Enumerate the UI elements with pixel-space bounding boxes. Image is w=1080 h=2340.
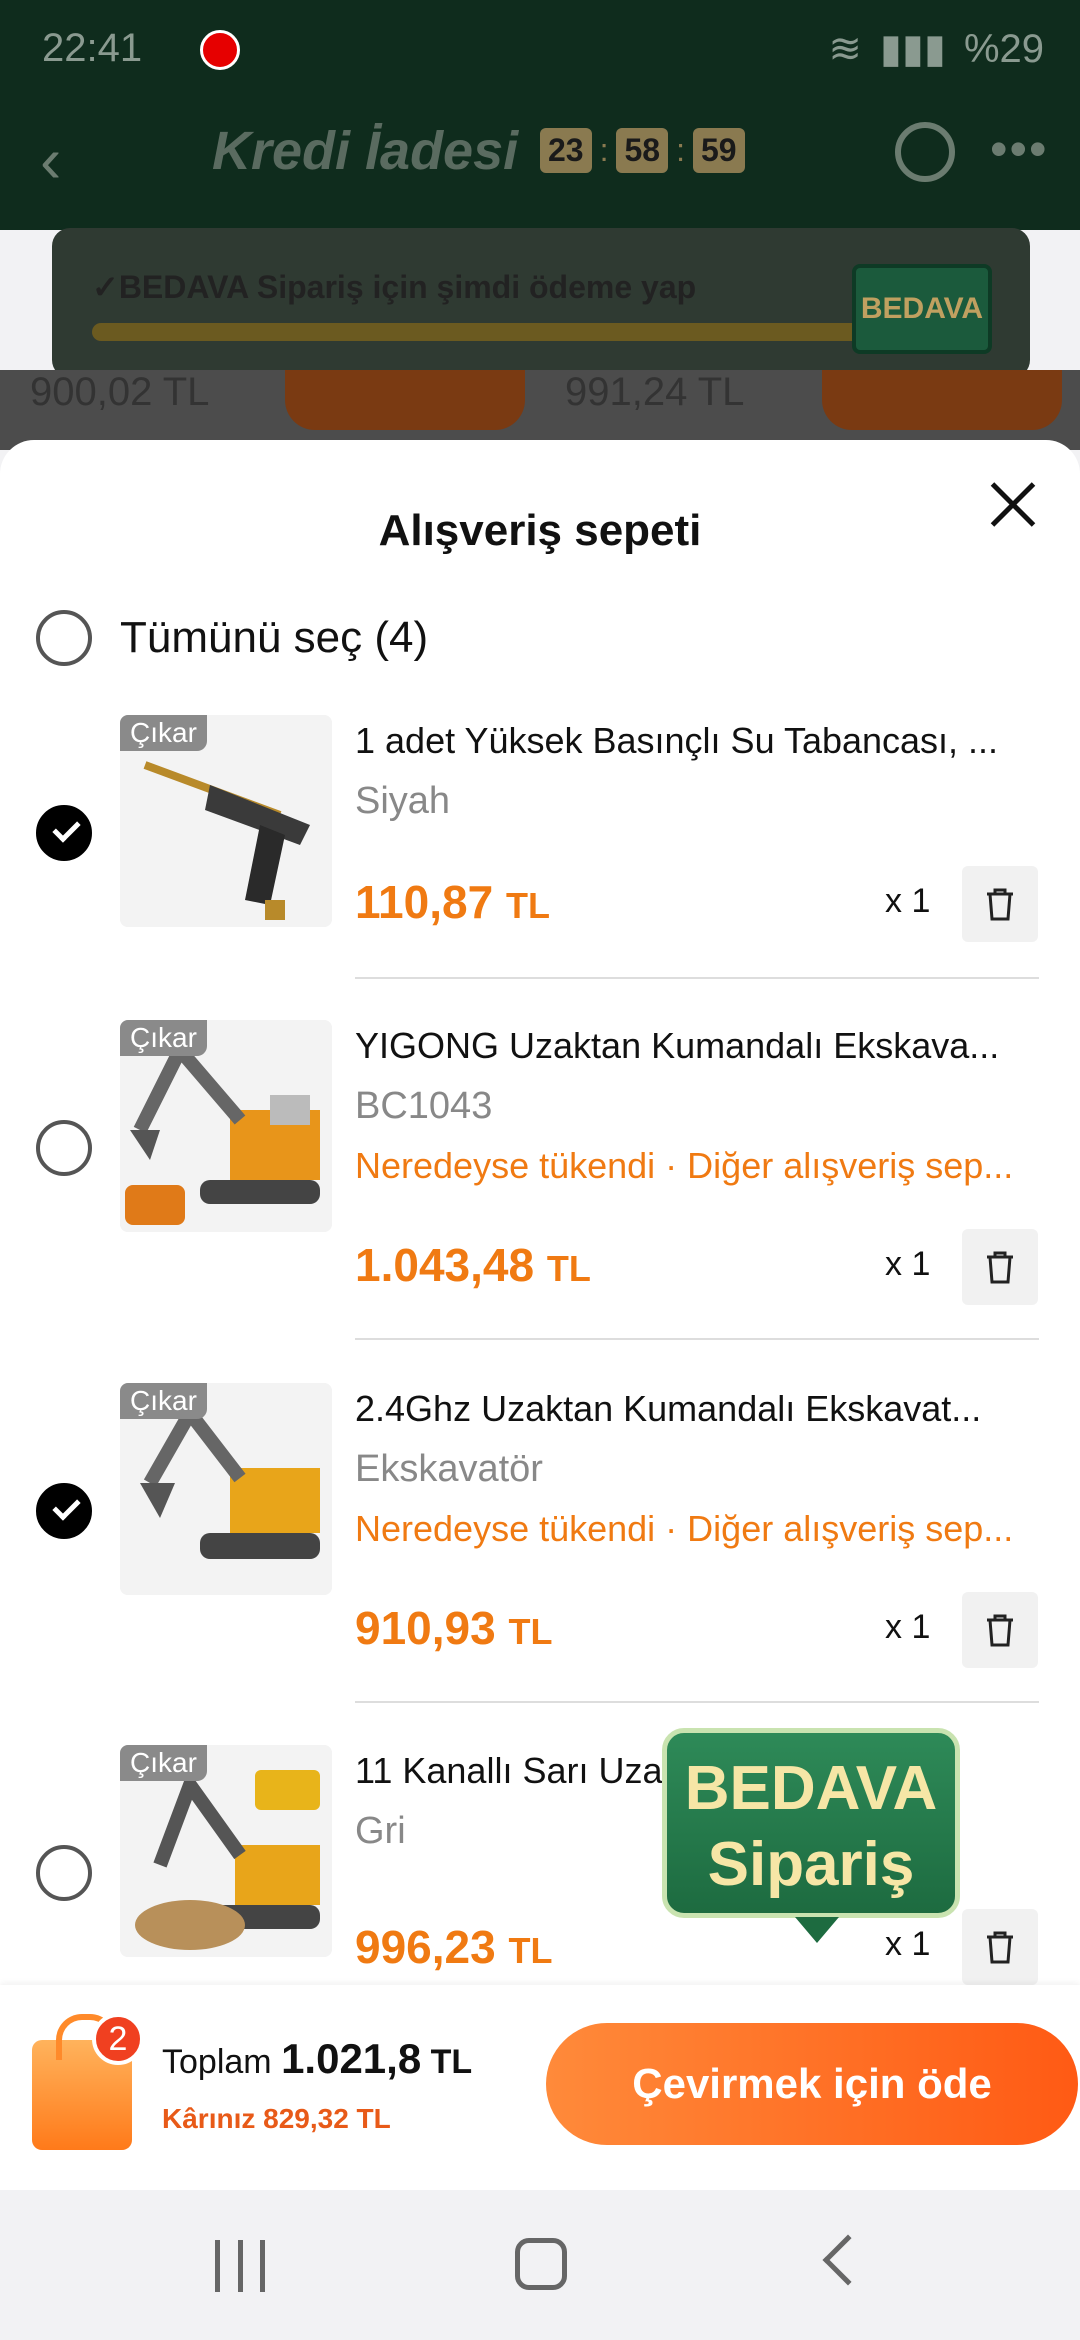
product-variant[interactable]: BC1043 bbox=[355, 1085, 492, 1128]
delete-button[interactable] bbox=[962, 1229, 1038, 1305]
price-value: 996,23 bbox=[355, 1921, 496, 1973]
vodafone-icon bbox=[200, 30, 240, 70]
price-currency: TL bbox=[505, 885, 550, 926]
product-image[interactable]: Çıkar bbox=[120, 1020, 332, 1232]
sheet-title: Alışveriş sepeti bbox=[378, 506, 702, 555]
price-value: 910,93 bbox=[355, 1602, 496, 1654]
quantity[interactable]: x 1 bbox=[885, 1608, 930, 1647]
background-price: 991,24 TL bbox=[565, 370, 745, 414]
product-variant[interactable]: Gri bbox=[355, 1810, 406, 1853]
close-icon[interactable] bbox=[988, 480, 1038, 530]
quantity[interactable]: x 1 bbox=[885, 882, 930, 921]
background-price: 900,02 TL bbox=[30, 370, 210, 414]
timer-separator: : bbox=[676, 132, 685, 168]
item-checkbox[interactable] bbox=[36, 1120, 92, 1176]
delete-button[interactable] bbox=[962, 866, 1038, 942]
delete-button[interactable] bbox=[962, 1909, 1038, 1985]
profit-value: 829,32 TL bbox=[263, 2103, 391, 2134]
status-bar: 22:41 ≋ ▮▮▮ %29 bbox=[0, 0, 1080, 100]
product-variant[interactable]: Siyah bbox=[355, 780, 450, 823]
price-currency: TL bbox=[508, 1930, 553, 1971]
product-name[interactable]: YIGONG Uzaktan Kumandalı Ekskava... bbox=[355, 1025, 1015, 1067]
price-value: 1.043,48 bbox=[355, 1239, 535, 1291]
cart-footer: 2 Toplam 1.021,8 TL Kârınız 829,32 TL Çe… bbox=[0, 1985, 1080, 2190]
system-nav-bar bbox=[0, 2190, 1080, 2340]
item-divider bbox=[355, 977, 1039, 979]
timer-hours: 23 bbox=[540, 128, 592, 173]
background-add-button bbox=[822, 370, 1062, 430]
page-title: Kredi İadesi bbox=[212, 121, 519, 181]
product-variant[interactable]: Ekskavatör bbox=[355, 1448, 543, 1491]
back-arrow-icon[interactable]: ‹ bbox=[40, 128, 61, 192]
item-divider bbox=[355, 1338, 1039, 1340]
remove-label[interactable]: Çıkar bbox=[120, 715, 207, 751]
price-currency: TL bbox=[508, 1611, 553, 1652]
product-image[interactable]: Çıkar bbox=[120, 1383, 332, 1595]
search-icon[interactable] bbox=[895, 122, 955, 182]
pay-button[interactable]: Çevirmek için öde bbox=[546, 2023, 1078, 2145]
price-currency: TL bbox=[546, 1248, 591, 1289]
home-icon[interactable] bbox=[515, 2238, 567, 2290]
item-divider bbox=[355, 1701, 1039, 1703]
promo-text: ✓BEDAVA Sipariş için şimdi ödeme yap bbox=[92, 269, 697, 305]
product-name[interactable]: 1 adet Yüksek Basınçlı Su Tabancası, ... bbox=[355, 720, 1015, 762]
product-price: 110,87 TL bbox=[355, 875, 550, 929]
background-add-button bbox=[285, 370, 525, 430]
item-checkbox[interactable] bbox=[36, 1845, 92, 1901]
stock-warning[interactable]: Neredeyse tükendi · Diğer alışveriş sep.… bbox=[355, 1145, 1025, 1187]
item-checkbox[interactable] bbox=[36, 1483, 92, 1539]
timer-separator: : bbox=[599, 132, 609, 168]
product-price: 1.043,48 TL bbox=[355, 1238, 591, 1292]
profit-label: Kârınız bbox=[162, 2103, 256, 2134]
total-row: Toplam 1.021,8 TL bbox=[162, 2035, 472, 2083]
bedava-order-popup[interactable]: BEDAVA Sipariş bbox=[662, 1728, 960, 1943]
signal-icon: ▮▮▮ bbox=[879, 27, 946, 71]
popup-line-1: BEDAVA bbox=[684, 1754, 938, 1823]
price-value: 110,87 bbox=[355, 876, 494, 928]
total-label: Toplam bbox=[162, 2043, 272, 2081]
quantity[interactable]: x 1 bbox=[885, 1245, 930, 1284]
app-bar: ‹ Kredi İadesi 23 : 58 : 59 ••• bbox=[0, 100, 1080, 230]
recent-apps-icon[interactable] bbox=[215, 2240, 265, 2292]
product-image[interactable]: Çıkar bbox=[120, 715, 332, 927]
trash-icon bbox=[987, 1251, 1013, 1284]
promo-progress-bar bbox=[92, 323, 892, 341]
trash-icon bbox=[987, 888, 1013, 921]
select-all-label: Tümünü seç (4) bbox=[120, 613, 429, 662]
trash-icon bbox=[987, 1614, 1013, 1647]
product-price: 910,93 TL bbox=[355, 1601, 552, 1655]
profit-row: Kârınız 829,32 TL bbox=[162, 2103, 391, 2135]
select-all-checkbox[interactable] bbox=[36, 610, 92, 666]
timer-seconds: 59 bbox=[692, 128, 745, 173]
remove-label[interactable]: Çıkar bbox=[120, 1383, 207, 1419]
background-product-strip: 900,02 TL 991,24 TL bbox=[0, 370, 1080, 450]
total-value: 1.021,8 bbox=[281, 2035, 422, 2082]
timer-minutes: 58 bbox=[616, 128, 669, 173]
cart-count-badge: 2 bbox=[92, 2013, 144, 2065]
product-price: 996,23 TL bbox=[355, 1920, 552, 1974]
trash-icon bbox=[987, 1931, 1013, 1964]
remove-label[interactable]: Çıkar bbox=[120, 1020, 207, 1056]
item-checkbox[interactable] bbox=[36, 805, 92, 861]
quantity[interactable]: x 1 bbox=[885, 1925, 930, 1964]
stock-warning[interactable]: Neredeyse tükendi · Diğer alışveriş sep.… bbox=[355, 1508, 1025, 1550]
more-icon[interactable]: ••• bbox=[990, 120, 1049, 178]
back-icon[interactable] bbox=[822, 2234, 874, 2286]
product-name[interactable]: 2.4Ghz Uzaktan Kumandalı Ekskavat... bbox=[355, 1388, 1015, 1430]
wifi-icon: ≋ bbox=[828, 27, 862, 71]
delete-button[interactable] bbox=[962, 1592, 1038, 1668]
status-time: 22:41 bbox=[42, 26, 143, 70]
select-all-row[interactable]: Tümünü seç (4) bbox=[36, 610, 428, 666]
battery-text: %29 bbox=[963, 26, 1044, 71]
bedava-button[interactable]: BEDAVA bbox=[852, 264, 992, 354]
popup-line-2: Sipariş bbox=[707, 1830, 915, 1899]
promo-banner: ✓BEDAVA Sipariş için şimdi ödeme yap BED… bbox=[52, 228, 1030, 378]
product-image[interactable]: Çıkar bbox=[120, 1745, 332, 1957]
countdown-timer: 23 : 58 : 59 bbox=[540, 128, 745, 173]
remove-label[interactable]: Çıkar bbox=[120, 1745, 207, 1781]
total-currency: TL bbox=[430, 2043, 473, 2081]
